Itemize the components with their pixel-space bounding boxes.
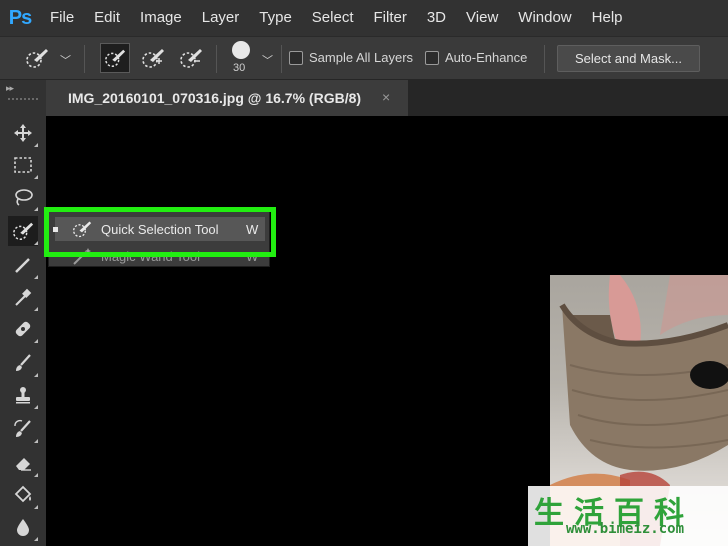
menu-view[interactable]: View — [456, 0, 508, 36]
tool-group-indicator-icon — [34, 241, 38, 245]
menu-3d[interactable]: 3D — [417, 0, 456, 36]
add-to-selection-button[interactable] — [138, 43, 168, 73]
document-title: IMG_20160101_070316.jpg @ 16.7% (RGB/8) — [68, 90, 362, 106]
tool-group-indicator-icon — [34, 339, 38, 343]
brush-icon — [16, 354, 31, 371]
tool-group-indicator-icon — [34, 405, 38, 409]
healing-brush-tool[interactable] — [8, 314, 38, 344]
menu-image[interactable]: Image — [130, 0, 192, 36]
flyout-item-shortcut: W — [246, 248, 259, 264]
photoshop-logo[interactable]: Ps — [0, 0, 40, 36]
document-tab-bar: IMG_20160101_070316.jpg @ 16.7% (RGB/8) … — [46, 80, 728, 116]
quick-selection-icon — [71, 219, 93, 244]
crop-icon — [15, 258, 30, 273]
divider — [84, 45, 85, 73]
sample-all-layers-checkbox[interactable] — [289, 51, 303, 65]
quick-selection-subtract-icon — [180, 49, 202, 68]
quick-selection-icon — [26, 49, 48, 68]
divider — [281, 45, 282, 73]
subtract-from-selection-button[interactable] — [176, 43, 206, 73]
watermark-url: www.bimeiz.com — [566, 521, 685, 537]
tool-group-indicator-icon — [34, 275, 38, 279]
blur-tool[interactable] — [8, 512, 38, 542]
flyout-item-label: Quick Selection Tool — [101, 221, 219, 237]
auto-enhance-checkbox[interactable] — [425, 51, 439, 65]
select-and-mask-button[interactable]: Select and Mask... — [557, 45, 700, 72]
paint-bucket-icon — [14, 485, 32, 503]
quick-selection-add-icon — [142, 49, 164, 68]
menu-help[interactable]: Help — [582, 0, 633, 36]
watermark: 生活百科 www.bimeiz.com — [528, 486, 728, 546]
tool-group-indicator-icon — [34, 207, 38, 211]
options-bar: ﹀ 30 ﹀ Sample All Layers Auto-Enhance Se… — [0, 36, 728, 80]
divider — [216, 45, 217, 73]
tools-panel: ▸▸ — [0, 80, 46, 546]
new-selection-button[interactable] — [100, 43, 130, 73]
tool-group-indicator-icon — [34, 175, 38, 179]
stamp-icon — [16, 387, 30, 404]
move-tool[interactable] — [8, 118, 38, 148]
tool-group-indicator-icon — [34, 473, 38, 477]
panel-collapse-icon[interactable]: ▸▸ — [6, 83, 14, 94]
sample-all-layers-label: Sample All Layers — [309, 50, 414, 65]
menu-type[interactable]: Type — [249, 0, 302, 36]
panel-grip[interactable] — [8, 98, 38, 100]
document-tab[interactable]: IMG_20160101_070316.jpg @ 16.7% (RGB/8) … — [46, 80, 408, 116]
move-icon — [14, 124, 32, 142]
flyout-item-quick-selection-tool[interactable]: Quick Selection Tool W — [53, 217, 265, 244]
menu-edit[interactable]: Edit — [84, 0, 130, 36]
divider — [544, 45, 545, 73]
auto-enhance-label: Auto-Enhance — [445, 50, 528, 65]
eyedropper-icon — [15, 288, 32, 306]
tool-group-indicator-icon — [34, 307, 38, 311]
chevron-down-icon[interactable]: ﹀ — [60, 52, 71, 68]
menu-file[interactable]: File — [40, 0, 84, 36]
selection-tool-flyout-menu: Quick Selection Tool W Magic Wand Tool W — [48, 209, 270, 267]
bandage-icon — [15, 321, 31, 337]
clone-stamp-tool[interactable] — [8, 380, 38, 410]
quick-selection-icon — [13, 222, 34, 240]
marquee-tool[interactable] — [8, 150, 38, 180]
eyedropper-tool[interactable] — [8, 282, 38, 312]
eraser-icon — [16, 458, 31, 471]
quick-selection-tool[interactable] — [8, 216, 38, 246]
selected-bullet-icon — [53, 226, 58, 232]
menu-window[interactable]: Window — [508, 0, 581, 36]
magic-wand-icon — [71, 246, 93, 271]
tool-group-indicator-icon — [34, 505, 38, 509]
menu-filter[interactable]: Filter — [364, 0, 417, 36]
menu-select[interactable]: Select — [302, 0, 364, 36]
tool-group-indicator-icon — [34, 143, 38, 147]
crop-tool[interactable] — [8, 250, 38, 280]
eraser-tool[interactable] — [8, 448, 38, 478]
tool-group-indicator-icon — [34, 439, 38, 443]
tool-group-indicator-icon — [34, 537, 38, 541]
flyout-item-magic-wand-tool[interactable]: Magic Wand Tool W — [55, 244, 265, 268]
flyout-item-label: Magic Wand Tool — [101, 248, 200, 264]
water-drop-icon — [17, 519, 29, 536]
quick-selection-new-icon — [105, 49, 126, 67]
history-brush-icon — [14, 419, 31, 437]
lasso-tool[interactable] — [8, 182, 38, 212]
menu-layer[interactable]: Layer — [192, 0, 250, 36]
brush-preview-icon[interactable] — [232, 41, 250, 59]
brush-picker-chevron-icon[interactable]: ﹀ — [262, 52, 273, 68]
history-brush-tool[interactable] — [8, 414, 38, 444]
lasso-icon — [15, 189, 33, 206]
brush-tool[interactable] — [8, 348, 38, 378]
close-icon[interactable]: × — [382, 89, 390, 105]
rectangular-marquee-icon — [14, 157, 32, 173]
paint-bucket-tool[interactable] — [8, 480, 38, 510]
brush-size-value: 30 — [233, 62, 246, 74]
menu-bar: Ps File Edit Image Layer Type Select Fil… — [0, 0, 728, 36]
tool-group-indicator-icon — [34, 373, 38, 377]
flyout-item-shortcut: W — [246, 221, 259, 237]
tool-preset-picker[interactable] — [22, 43, 52, 73]
